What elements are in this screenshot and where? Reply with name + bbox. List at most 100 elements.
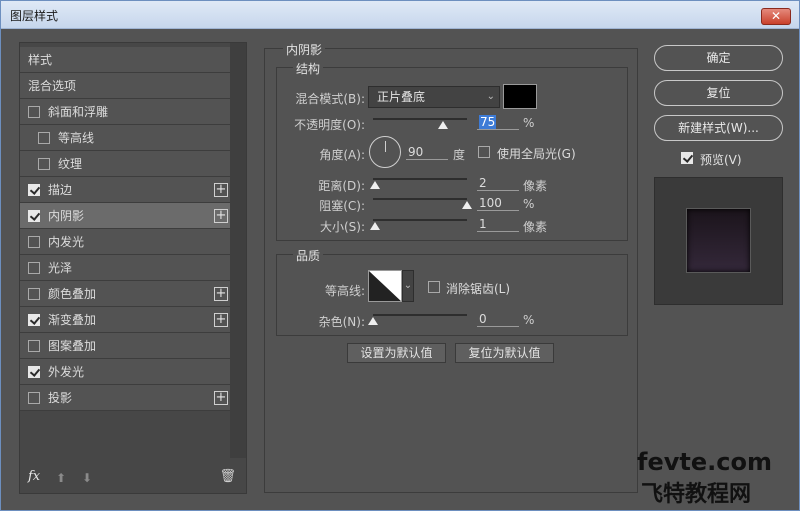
noise-slider-track[interactable] — [373, 314, 467, 316]
distance-value: 2 — [479, 176, 487, 190]
contour-preview[interactable] — [368, 270, 402, 302]
move-down-icon[interactable]: ⬇ — [82, 471, 92, 485]
move-up-icon[interactable]: ⬆ — [56, 471, 66, 485]
close-button[interactable]: ✕ — [761, 8, 791, 25]
style-list: 样式 混合选项 斜面和浮雕 等高线 纹理 描边 + 内阴影 + 内发光 光泽 颜色叠加 + 渐变叠加 + 图案… — [20, 47, 230, 411]
choke-slider-track[interactable] — [373, 198, 467, 200]
style-list-item-label: 颜色叠加 — [48, 287, 97, 301]
style-list-item[interactable]: 样式 — [20, 47, 230, 73]
choke-unit: % — [523, 197, 535, 211]
style-list-item-label: 混合选项 — [28, 79, 77, 93]
watermark-text: fevte.com — [637, 448, 772, 476]
style-list-item-label: 外发光 — [48, 365, 85, 379]
style-checkbox[interactable] — [38, 131, 50, 144]
new-style-button[interactable]: 新建样式(W)... — [654, 115, 783, 141]
style-checkbox[interactable] — [28, 183, 40, 196]
style-preview — [654, 177, 783, 305]
style-list-item[interactable]: 光泽 — [20, 255, 230, 281]
style-list-item-label: 斜面和浮雕 — [48, 105, 109, 119]
style-list-item[interactable]: 描边 + — [20, 177, 230, 203]
size-slider-thumb[interactable] — [370, 222, 380, 230]
style-list-item-label: 样式 — [28, 53, 53, 67]
style-checkbox[interactable] — [28, 313, 40, 326]
style-list-item[interactable]: 等高线 — [20, 125, 230, 151]
style-list-item-label: 光泽 — [48, 261, 73, 275]
angle-dial-needle — [385, 141, 386, 152]
blend-mode-select[interactable]: 正片叠底 ⌄ — [368, 86, 500, 108]
distance-slider-track[interactable] — [373, 178, 467, 180]
inner-shadow-title: 内阴影 — [283, 41, 326, 58]
style-checkbox[interactable] — [28, 365, 40, 378]
opacity-unit: % — [523, 116, 535, 130]
style-list-item[interactable]: 外发光 — [20, 359, 230, 385]
set-default-button[interactable]: 设置为默认值 — [347, 343, 446, 363]
style-list-scrollbar[interactable] — [230, 43, 246, 458]
style-list-item-label: 内发光 — [48, 235, 85, 249]
style-checkbox[interactable] — [28, 209, 40, 222]
noise-input[interactable]: 0 — [477, 311, 519, 327]
chevron-down-icon: ⌄ — [486, 91, 495, 102]
angle-dial[interactable] — [369, 136, 401, 168]
style-list-panel: 样式 混合选项 斜面和浮雕 等高线 纹理 描边 + 内阴影 + 内发光 光泽 颜色叠加 + 渐变叠加 + 图案… — [19, 42, 247, 494]
style-list-item[interactable]: 颜色叠加 + — [20, 281, 230, 307]
antialias-checkbox[interactable] — [428, 281, 440, 293]
size-input[interactable]: 1 — [477, 216, 519, 232]
choke-value: 100 — [479, 196, 502, 210]
style-checkbox[interactable] — [38, 157, 50, 170]
style-list-item[interactable]: 斜面和浮雕 — [20, 99, 230, 125]
preview-label: 预览(V) — [700, 153, 742, 167]
style-checkbox[interactable] — [28, 287, 40, 300]
add-effect-icon[interactable]: + — [214, 209, 228, 223]
add-effect-icon[interactable]: + — [214, 313, 228, 327]
opacity-label: 不透明度(O): — [294, 118, 365, 132]
size-slider-track[interactable] — [373, 219, 467, 221]
distance-unit: 像素 — [523, 179, 548, 193]
style-list-item-label: 图案叠加 — [48, 339, 97, 353]
angle-input[interactable]: 90 — [406, 144, 448, 160]
layer-style-dialog: 图层样式 ✕ 样式 混合选项 斜面和浮雕 等高线 纹理 描边 + 内阴影 + 内发光 光泽 颜色叠加 +… — [0, 0, 800, 511]
angle-label: 角度(A): — [319, 148, 365, 162]
noise-slider-thumb[interactable] — [368, 317, 378, 325]
add-effect-icon[interactable]: + — [214, 391, 228, 405]
choke-slider-thumb[interactable] — [462, 201, 472, 209]
reset-button[interactable]: 复位 — [654, 80, 783, 106]
contour-chevron-icon[interactable]: ⌄ — [402, 270, 414, 302]
style-list-item[interactable]: 图案叠加 — [20, 333, 230, 359]
shadow-color-swatch[interactable] — [503, 84, 537, 109]
choke-input[interactable]: 100 — [477, 195, 519, 211]
global-light-label: 使用全局光(G) — [497, 147, 576, 161]
style-list-item[interactable]: 投影 + — [20, 385, 230, 411]
distance-label: 距离(D): — [318, 179, 365, 193]
trash-icon[interactable]: 🗑 — [219, 469, 236, 484]
opacity-slider-track[interactable] — [373, 118, 467, 120]
size-label: 大小(S): — [319, 220, 365, 234]
style-checkbox[interactable] — [28, 391, 40, 404]
distance-input[interactable]: 2 — [477, 175, 519, 191]
fx-icon[interactable]: fx — [28, 469, 40, 484]
style-checkbox[interactable] — [28, 339, 40, 352]
choke-label: 阻塞(C): — [319, 199, 365, 213]
noise-value: 0 — [479, 312, 487, 326]
style-list-item-label: 描边 — [48, 183, 73, 197]
preview-checkbox[interactable] — [681, 152, 693, 164]
global-light-checkbox[interactable] — [478, 146, 490, 158]
size-unit: 像素 — [523, 220, 548, 234]
opacity-input[interactable]: 75 — [477, 114, 519, 130]
style-list-item[interactable]: 内发光 — [20, 229, 230, 255]
style-list-item[interactable]: 内阴影 + — [20, 203, 230, 229]
style-checkbox[interactable] — [28, 105, 40, 118]
add-effect-icon[interactable]: + — [214, 183, 228, 197]
reset-default-button[interactable]: 复位为默认值 — [455, 343, 554, 363]
add-effect-icon[interactable]: + — [214, 287, 228, 301]
style-list-item[interactable]: 渐变叠加 + — [20, 307, 230, 333]
style-list-item[interactable]: 混合选项 — [20, 73, 230, 99]
structure-title: 结构 — [293, 60, 324, 77]
angle-unit: 度 — [453, 148, 466, 162]
style-list-item[interactable]: 纹理 — [20, 151, 230, 177]
style-checkbox[interactable] — [28, 261, 40, 274]
distance-slider-thumb[interactable] — [370, 181, 380, 189]
style-checkbox[interactable] — [28, 235, 40, 248]
watermark-text-cn: 飞特教程网 — [641, 482, 752, 507]
ok-button[interactable]: 确定 — [654, 45, 783, 71]
opacity-slider-thumb[interactable] — [438, 121, 448, 129]
